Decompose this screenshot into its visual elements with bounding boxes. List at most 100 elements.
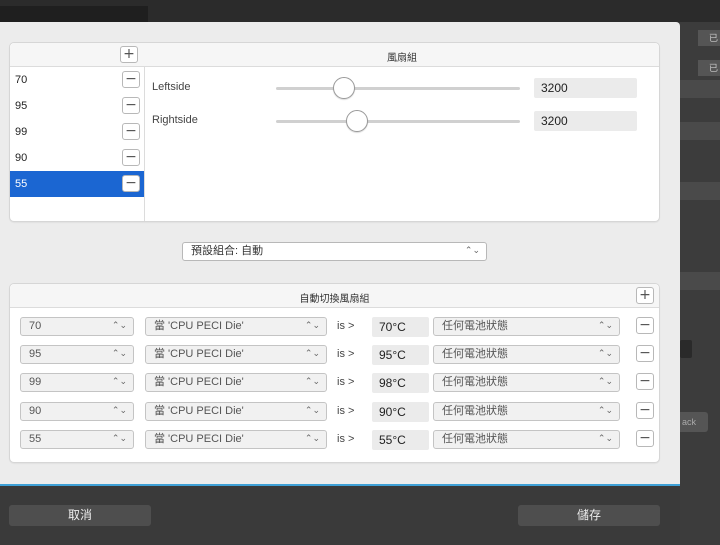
auto-switch-header: 自動切換風扇組 + <box>10 284 659 308</box>
rule-row: 95 ⌃⌄ 當 'CPU PECI Die' ⌃⌄ is > 95°C 任何電池狀態 ⌃⌄ − <box>10 345 670 366</box>
add-rule-button[interactable]: + <box>636 287 654 304</box>
remove-rule-button[interactable]: − <box>636 317 654 334</box>
background-button: ack <box>680 412 708 432</box>
fan-row-leftside: Leftside 3200 <box>152 77 642 99</box>
rule-group-select[interactable]: 70 ⌃⌄ <box>20 317 134 336</box>
plus-icon: + <box>123 46 135 62</box>
remove-rule-button[interactable]: − <box>636 345 654 363</box>
minus-icon: − <box>125 71 137 87</box>
preset-select-value: 預設組合: 自動 <box>191 245 264 257</box>
remove-group-button[interactable]: − <box>122 71 140 88</box>
remove-rule-button[interactable]: − <box>636 373 654 391</box>
rule-group-value: 95 <box>29 348 42 361</box>
fan-group-label: 55 <box>15 178 28 190</box>
rule-battery-select[interactable]: 任何電池狀態 ⌃⌄ <box>433 373 620 393</box>
rule-sensor-value: 當 'CPU PECI Die' <box>154 376 244 389</box>
rule-group-value: 70 <box>29 320 42 332</box>
fan-group-item[interactable]: 90 − <box>10 145 144 171</box>
fan-group-label: 90 <box>15 152 28 164</box>
fan-group-item[interactable]: 70 − <box>10 67 144 93</box>
rule-sensor-select[interactable]: 當 'CPU PECI Die' ⌃⌄ <box>145 345 327 365</box>
remove-group-button[interactable]: − <box>122 149 140 166</box>
auto-switch-title: 自動切換風扇組 <box>299 294 370 305</box>
updown-chevron-icon: ⌃⌄ <box>597 433 613 444</box>
rule-battery-value: 任何電池狀態 <box>442 320 508 332</box>
rule-temperature-field[interactable]: 70°C <box>372 317 429 337</box>
background-row <box>680 272 720 290</box>
is-greater-than-label: is > <box>337 432 355 445</box>
rule-group-select[interactable]: 55 ⌃⌄ <box>20 429 134 449</box>
updown-chevron-icon: ⌃⌄ <box>304 349 320 360</box>
rule-battery-select[interactable]: 任何電池狀態 ⌃⌄ <box>433 345 620 365</box>
rule-temperature-field[interactable]: 90°C <box>372 401 429 422</box>
updown-chevron-icon: ⌃⌄ <box>304 321 320 331</box>
slider-knob[interactable] <box>333 77 356 99</box>
updown-chevron-icon: ⌃⌄ <box>111 377 127 388</box>
updown-chevron-icon: ⌃⌄ <box>597 349 613 360</box>
is-greater-than-label: is > <box>337 320 355 332</box>
add-group-button[interactable]: + <box>120 46 138 63</box>
rule-group-value: 99 <box>29 376 42 389</box>
rule-group-select[interactable]: 99 ⌃⌄ <box>20 373 134 393</box>
updown-chevron-icon: ⌃⌄ <box>111 433 127 444</box>
updown-chevron-icon: ⌃⌄ <box>304 405 320 416</box>
fan-group-item[interactable]: 99 − <box>10 119 144 145</box>
remove-group-button[interactable]: − <box>122 175 140 192</box>
sheet-divider <box>0 484 680 486</box>
minus-icon: − <box>125 123 137 139</box>
minus-icon: − <box>639 317 651 333</box>
minus-icon: − <box>639 401 651 418</box>
slider-knob[interactable] <box>345 110 368 132</box>
rule-battery-select[interactable]: 任何電池狀態 ⌃⌄ <box>433 401 620 421</box>
rule-battery-value: 任何電池狀態 <box>442 404 508 417</box>
remove-rule-button[interactable]: − <box>636 401 654 419</box>
plus-icon: + <box>639 287 651 303</box>
fan-speed-slider[interactable] <box>276 110 520 132</box>
updown-chevron-icon: ⌃⌄ <box>597 377 613 388</box>
background-window-edge: 已 已 ack <box>680 22 720 545</box>
rule-sensor-value: 當 'CPU PECI Die' <box>154 348 244 361</box>
fan-group-item-selected[interactable]: 55 − <box>10 171 144 197</box>
fan-speed-value[interactable]: 3200 <box>534 78 637 98</box>
rule-temperature-field[interactable]: 98°C <box>372 373 429 394</box>
rule-row: 70 ⌃⌄ 當 'CPU PECI Die' ⌃⌄ is > 70°C 任何電池狀態 ⌃⌄ − <box>10 317 670 337</box>
remove-group-button[interactable]: − <box>122 97 140 114</box>
rule-group-value: 90 <box>29 404 42 417</box>
preset-select[interactable]: 預設組合: 自動 ⌃⌄ <box>182 242 487 261</box>
rule-sensor-select[interactable]: 當 'CPU PECI Die' ⌃⌄ <box>145 429 327 449</box>
rule-temperature-field[interactable]: 95°C <box>372 345 429 366</box>
updown-chevron-icon: ⌃⌄ <box>597 405 613 416</box>
minus-icon: − <box>639 373 651 390</box>
rule-battery-value: 任何電池狀態 <box>442 348 508 361</box>
rule-battery-select[interactable]: 任何電池狀態 ⌃⌄ <box>433 429 620 449</box>
rule-row: 55 ⌃⌄ 當 'CPU PECI Die' ⌃⌄ is > 55°C 任何電池狀態 ⌃⌄ − <box>10 429 670 450</box>
rule-battery-select[interactable]: 任何電池狀態 ⌃⌄ <box>433 317 620 336</box>
save-button[interactable]: 儲存 <box>518 505 660 526</box>
background-row <box>680 80 720 98</box>
fan-group-item[interactable]: 95 − <box>10 93 144 119</box>
fan-group-label: 95 <box>15 100 28 112</box>
rule-group-select[interactable]: 90 ⌃⌄ <box>20 401 134 421</box>
fan-speed-value[interactable]: 3200 <box>534 111 637 131</box>
fan-speed-slider[interactable] <box>276 77 520 99</box>
rule-sensor-select[interactable]: 當 'CPU PECI Die' ⌃⌄ <box>145 401 327 421</box>
updown-chevron-icon: ⌃⌄ <box>111 321 127 331</box>
background-title-bar <box>0 0 720 22</box>
background-badge: 已 <box>698 30 720 46</box>
rule-sensor-select[interactable]: 當 'CPU PECI Die' ⌃⌄ <box>145 373 327 393</box>
fan-name: Rightside <box>152 114 198 126</box>
rule-temperature-field[interactable]: 55°C <box>372 429 429 450</box>
fan-groups-panel: + 風扇組 70 − 95 − 99 − 90 − 55 − Leftside … <box>9 42 660 222</box>
rule-sensor-value: 當 'CPU PECI Die' <box>154 320 244 332</box>
is-greater-than-label: is > <box>337 404 355 417</box>
fan-settings-sheet: + 風扇組 70 − 95 − 99 − 90 − 55 − Leftside … <box>0 22 680 526</box>
rule-sensor-select[interactable]: 當 'CPU PECI Die' ⌃⌄ <box>145 317 327 336</box>
remove-group-button[interactable]: − <box>122 123 140 140</box>
background-control <box>680 340 692 358</box>
rule-group-select[interactable]: 95 ⌃⌄ <box>20 345 134 365</box>
updown-chevron-icon: ⌃⌄ <box>111 405 127 416</box>
remove-rule-button[interactable]: − <box>636 429 654 447</box>
rule-battery-value: 任何電池狀態 <box>442 432 508 445</box>
is-greater-than-label: is > <box>337 376 355 389</box>
cancel-button[interactable]: 取消 <box>9 505 151 526</box>
